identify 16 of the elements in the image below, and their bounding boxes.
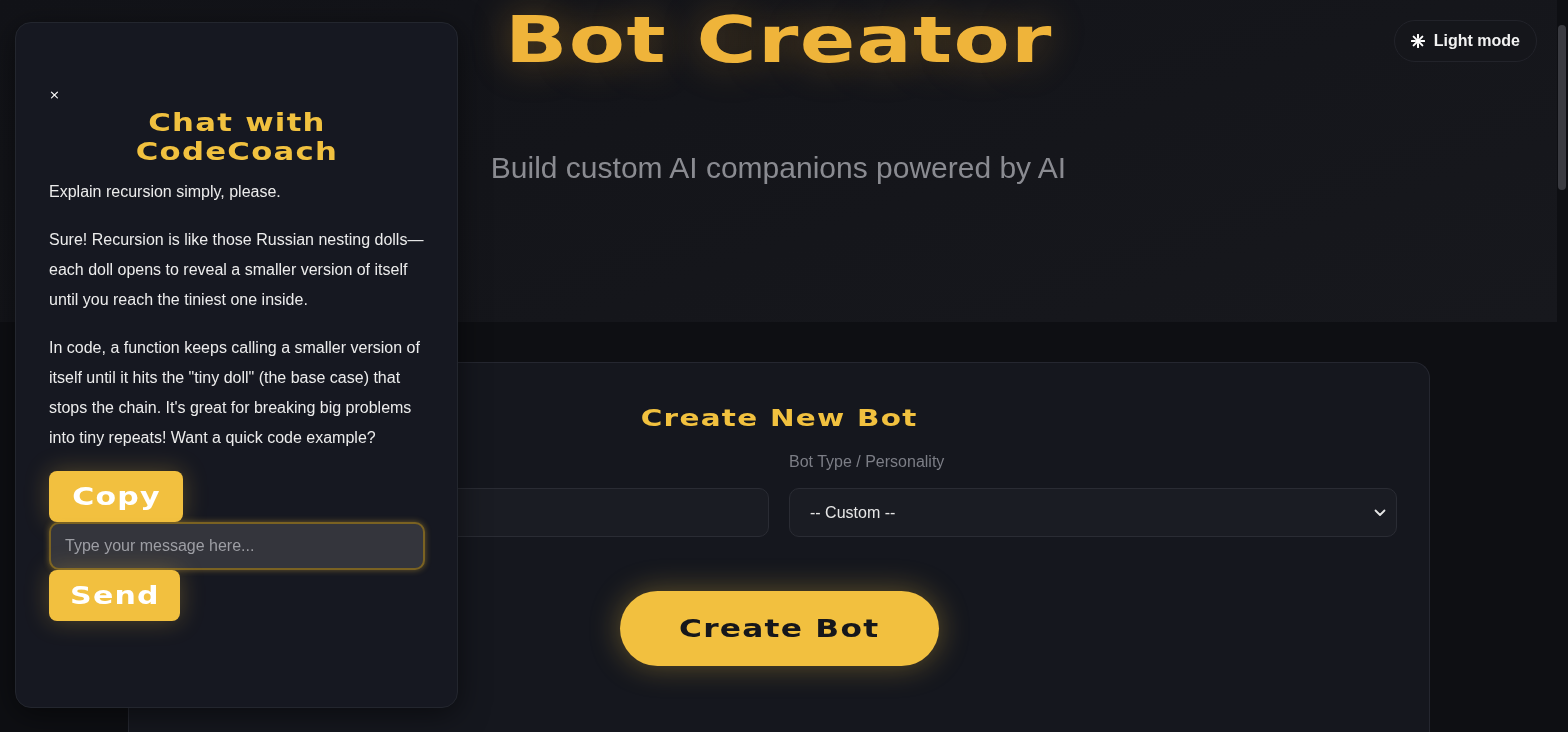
chat-message: Explain recursion simply, please. <box>49 182 282 202</box>
field-label: Bot Type / Personality <box>789 452 946 472</box>
scrollbar-thumb[interactable] <box>1558 25 1566 190</box>
form-title: Create New Bot <box>640 404 918 433</box>
chat-message: In code, a function keeps calling a smaller version of itself until it hits the "tiny doll" (the base case) that stops the chain. It's great for breaking big problems into tiny repeats! Want a quick code example? <box>49 338 421 448</box>
light-mode-button[interactable]: Light mode <box>1393 20 1537 62</box>
sun-icon <box>1410 34 1425 48</box>
chat-message: Sure! Recursion is like those Russian nesting dolls—each doll opens to reveal a smaller version of itself until you reach the tiniest one inside. <box>49 230 425 310</box>
create-bot-button[interactable]: Create Bot <box>619 591 939 666</box>
page-subtitle: Build custom AI companions powered by AI <box>490 150 1067 186</box>
close-button[interactable]: × <box>49 89 60 101</box>
personality-dropdown[interactable]: -- Custom -- <box>789 488 1397 537</box>
chat-title: Chat with CodeCoach <box>134 109 340 167</box>
chevron-down-icon <box>1374 508 1386 517</box>
page-title: Bot Creator <box>504 4 1053 76</box>
message-input[interactable]: Type your message here... <box>49 522 425 570</box>
